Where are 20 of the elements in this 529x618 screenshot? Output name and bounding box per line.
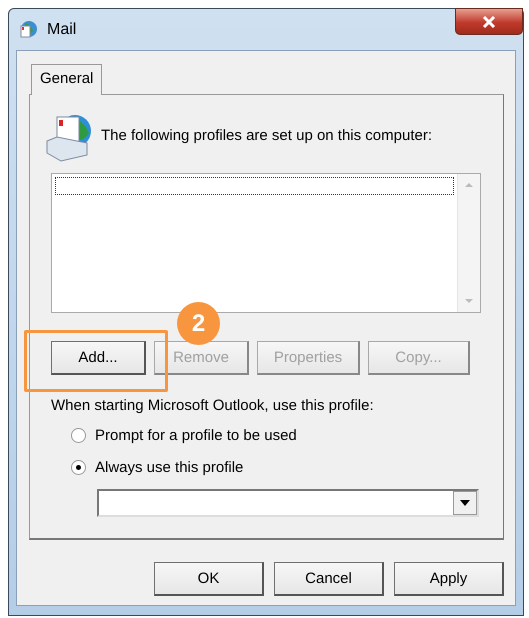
tab[interactable]: General — [31, 64, 102, 95]
radio-button[interactable] — [71, 460, 86, 474]
profile-button[interactable]: Add... — [51, 341, 146, 375]
radio-label[interactable]: Always use this profile — [95, 458, 244, 476]
window-title: Mail — [47, 20, 76, 38]
dialog-button[interactable]: OK — [154, 562, 264, 596]
scroll-down-icon — [464, 298, 474, 304]
scroll-up-icon — [464, 182, 474, 188]
profiles-heading: The following profiles are set up on this computer: — [101, 126, 432, 144]
dialog-button[interactable]: Cancel — [274, 562, 384, 596]
startup-label: When starting Microsoft Outlook, use this profile: — [51, 397, 375, 414]
radio-label[interactable]: Prompt for a profile to be used — [95, 426, 297, 444]
dialog-button[interactable]: Apply — [394, 562, 504, 596]
dropdown-caret-icon — [460, 500, 470, 506]
close-button[interactable] — [455, 8, 523, 35]
profile-dropdown[interactable] — [97, 489, 479, 517]
radio-button[interactable] — [71, 428, 86, 442]
close-icon — [482, 16, 496, 28]
list-item[interactable] — [55, 177, 454, 195]
scrollbar[interactable] — [457, 174, 480, 312]
